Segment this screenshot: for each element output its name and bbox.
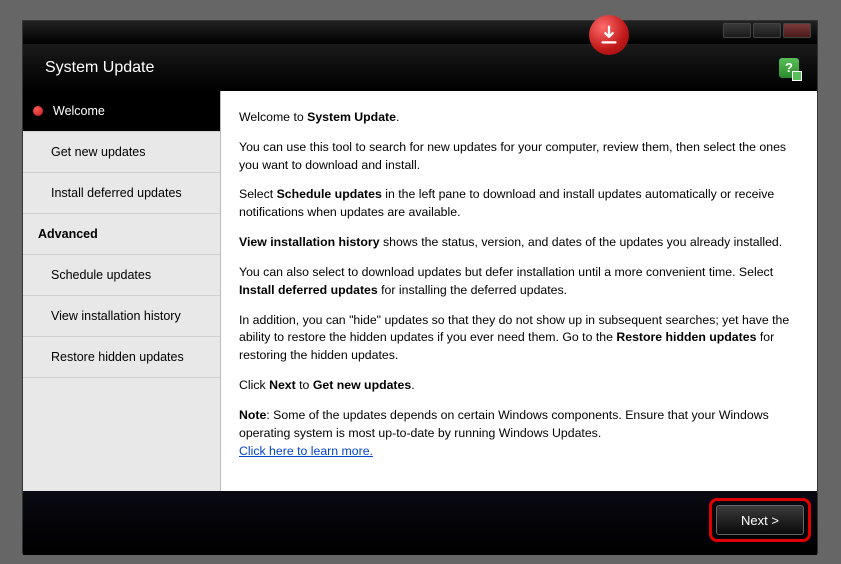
sidebar-header-advanced: Advanced: [23, 214, 220, 255]
paragraph-history: View installation history shows the stat…: [239, 234, 799, 252]
sidebar-item-install-deferred[interactable]: Install deferred updates: [23, 173, 220, 214]
welcome-line: Welcome to System Update.: [239, 109, 799, 127]
paragraph-hidden: In addition, you can "hide" updates so t…: [239, 312, 799, 365]
sidebar-item-label: Schedule updates: [51, 268, 151, 282]
app-header: System Update ?: [23, 44, 817, 91]
paragraph-deferred: You can also select to download updates …: [239, 264, 799, 300]
close-button[interactable]: [783, 23, 811, 38]
footer: Next >: [23, 491, 817, 555]
paragraph-note: Note: Some of the updates depends on cer…: [239, 407, 799, 460]
maximize-button[interactable]: [753, 23, 781, 38]
minimize-button[interactable]: [723, 23, 751, 38]
download-badge-icon: [589, 15, 629, 55]
sidebar-header-label: Advanced: [38, 227, 98, 241]
sidebar-item-schedule-updates[interactable]: Schedule updates: [23, 255, 220, 296]
sidebar-item-restore-hidden[interactable]: Restore hidden updates: [23, 337, 220, 378]
sidebar-item-welcome[interactable]: Welcome: [23, 91, 220, 132]
sidebar-item-get-new-updates[interactable]: Get new updates: [23, 132, 220, 173]
sidebar-item-label: Get new updates: [51, 145, 146, 159]
learn-more-link[interactable]: Click here to learn more.: [239, 444, 373, 458]
sidebar-item-label: Restore hidden updates: [51, 350, 184, 364]
sidebar-item-label: Install deferred updates: [51, 186, 182, 200]
content-pane: Welcome to System Update. You can use th…: [221, 91, 817, 491]
help-icon[interactable]: ?: [779, 58, 799, 78]
app-title: System Update: [45, 59, 154, 77]
sidebar: Welcome Get new updates Install deferred…: [23, 91, 221, 491]
window-controls: [723, 23, 811, 38]
system-update-window: System Update ? Welcome Get new updates …: [22, 20, 818, 554]
sidebar-item-label: Welcome: [53, 104, 105, 118]
paragraph-next: Click Next to Get new updates.: [239, 377, 799, 395]
paragraph-intro: You can use this tool to search for new …: [239, 139, 799, 175]
sidebar-item-label: View installation history: [51, 309, 181, 323]
next-button-highlight: Next >: [709, 498, 811, 542]
paragraph-schedule: Select Schedule updates in the left pane…: [239, 186, 799, 222]
body: Welcome Get new updates Install deferred…: [23, 91, 817, 491]
next-button[interactable]: Next >: [716, 505, 804, 535]
titlebar: [23, 21, 817, 44]
sidebar-item-view-history[interactable]: View installation history: [23, 296, 220, 337]
